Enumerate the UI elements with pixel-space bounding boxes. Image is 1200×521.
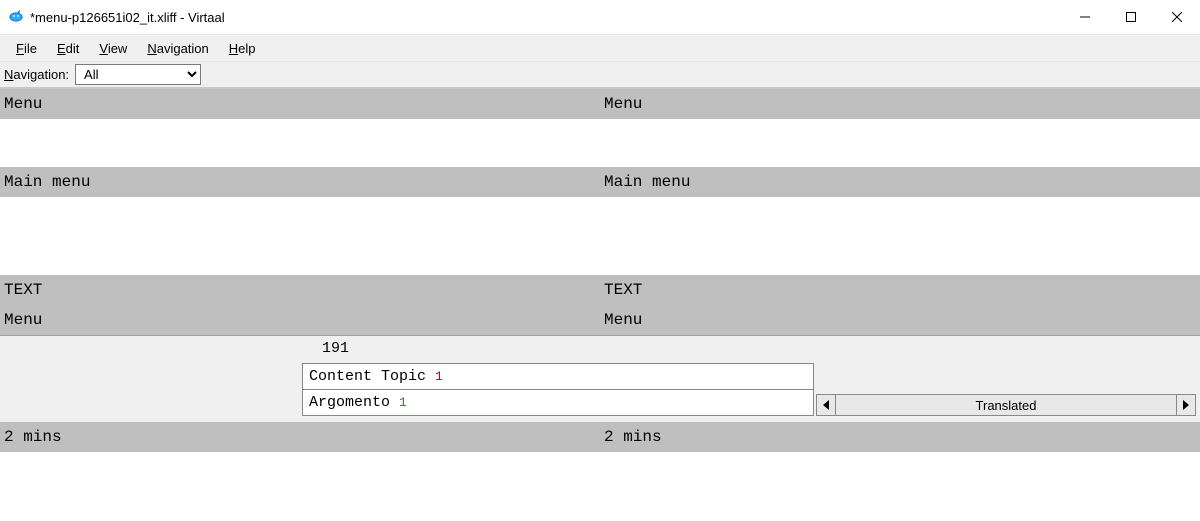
window-title-bar: *menu-p126651i02_it.xliff - Virtaal — [0, 0, 1200, 34]
status-next-button[interactable] — [1176, 394, 1196, 416]
target-cell: Menu — [600, 89, 1200, 119]
source-cell: Menu — [0, 89, 600, 119]
translation-list: Menu Menu Main menu Main menu TEXT TEXT … — [0, 89, 1200, 452]
table-row[interactable]: Menu Menu — [0, 89, 1200, 119]
table-row[interactable]: TEXT TEXT — [0, 275, 1200, 305]
unit-id: 191 — [302, 340, 814, 363]
unit-status-bar: Translated — [816, 394, 1196, 416]
target-cell: Menu — [600, 305, 1200, 335]
title-bar-left: *menu-p126651i02_it.xliff - Virtaal — [8, 8, 225, 27]
target-cell — [600, 227, 1200, 275]
placeable-token: 1 — [435, 369, 443, 384]
source-cell: Main menu — [0, 167, 600, 197]
table-row[interactable]: 2 mins 2 mins — [0, 422, 1200, 452]
minimize-button[interactable] — [1062, 0, 1108, 34]
navigation-label: Navigation: — [4, 67, 71, 82]
status-prev-button[interactable] — [816, 394, 836, 416]
table-row[interactable] — [0, 197, 1200, 227]
close-button[interactable] — [1154, 0, 1200, 34]
menu-navigation[interactable]: Navigation — [139, 39, 216, 58]
source-cell: Menu — [0, 305, 600, 335]
menu-help[interactable]: Help — [221, 39, 264, 58]
navigation-toolbar: Navigation: All — [0, 61, 1200, 89]
menu-file[interactable]: File — [8, 39, 45, 58]
app-icon — [8, 8, 24, 27]
status-select[interactable]: Translated — [836, 394, 1176, 416]
menu-view[interactable]: View — [91, 39, 135, 58]
table-row[interactable] — [0, 227, 1200, 275]
target-cell: Main menu — [600, 167, 1200, 197]
active-unit-editor: 191 Content Topic 1 Argomento 1 — [302, 340, 814, 416]
status-label: Translated — [976, 398, 1037, 413]
navigation-select[interactable]: All — [75, 64, 201, 85]
source-cell — [0, 227, 600, 275]
menu-edit[interactable]: Edit — [49, 39, 87, 58]
target-cell: 2 mins — [600, 422, 1200, 452]
window-title: *menu-p126651i02_it.xliff - Virtaal — [30, 10, 225, 25]
source-cell: 2 mins — [0, 422, 600, 452]
table-row[interactable]: Main menu Main menu — [0, 167, 1200, 197]
target-cell: TEXT — [600, 275, 1200, 305]
table-row[interactable]: Menu Menu — [0, 305, 1200, 335]
active-unit-row: 191 Content Topic 1 Argomento 1 Translat… — [0, 335, 1200, 422]
target-cell — [600, 197, 1200, 227]
menu-bar: File Edit View Navigation Help — [0, 34, 1200, 61]
window-controls — [1062, 0, 1200, 34]
source-cell — [0, 197, 600, 227]
source-cell — [0, 119, 600, 167]
table-row[interactable] — [0, 119, 1200, 167]
source-cell: TEXT — [0, 275, 600, 305]
placeable-token: 1 — [399, 395, 407, 410]
target-cell — [600, 119, 1200, 167]
maximize-button[interactable] — [1108, 0, 1154, 34]
target-text-box[interactable]: Argomento 1 — [302, 390, 814, 416]
source-text-box[interactable]: Content Topic 1 — [302, 363, 814, 390]
